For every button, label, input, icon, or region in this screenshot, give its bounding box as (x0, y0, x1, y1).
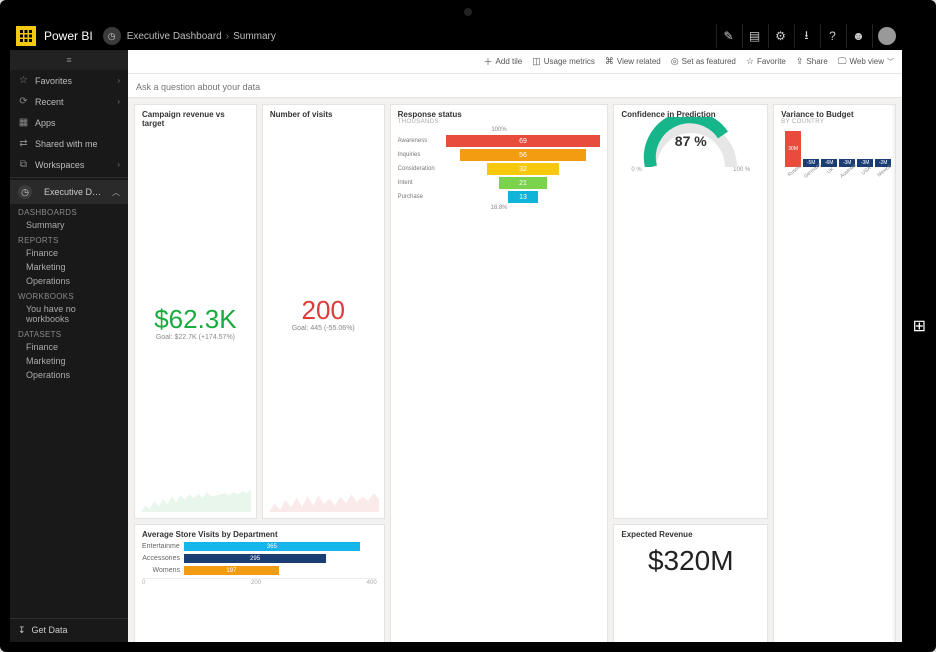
edit-icon[interactable]: ✎ (716, 24, 740, 48)
funnel-step: Intent 21 (398, 177, 601, 189)
sidenav-sub-item[interactable]: You have no workbooks (10, 302, 128, 326)
tablet-camera (464, 8, 472, 16)
kpi-goal: Goal: 445 (-55.06%) (292, 325, 355, 332)
chat-icon[interactable]: ▤ (742, 24, 766, 48)
share-icon: ⇄ (18, 138, 29, 149)
user-avatar[interactable] (872, 24, 896, 48)
command-bar: ＋Add tile ◫Usage metrics ⌘View related ◎… (128, 50, 902, 74)
global-topbar: Power BI ◷ Executive Dashboard › Summary… (10, 22, 902, 50)
add-tile-button[interactable]: ＋Add tile (484, 55, 523, 68)
tile-dept-visits[interactable]: Average Store Visits by Department Enter… (134, 524, 385, 642)
tile-campaign-revenue[interactable]: Campaign revenue vs target $62.3K Goal: … (134, 104, 257, 519)
grid-icon: ▦ (18, 117, 29, 128)
chevron-right-icon: › (117, 97, 120, 106)
sidenav-collapse-icon[interactable]: ≡ (10, 50, 128, 70)
download-icon[interactable]: ⭳ (794, 24, 818, 48)
web-view-button[interactable]: 🖵Web view﹀ (838, 56, 894, 67)
funnel-step: Inquiries 56 (398, 149, 601, 161)
chevron-up-icon: ︿ (112, 187, 120, 198)
get-data-icon: ↧ (18, 625, 26, 636)
star-icon: ☆ (18, 75, 29, 86)
funnel-step: Awareness 69 (398, 135, 601, 147)
sidenav-section-heading: REPORTS (10, 232, 128, 246)
sidenav-sub-item[interactable]: Finance (10, 340, 128, 354)
sidenav-item-recent[interactable]: ⟳Recent› (10, 91, 128, 112)
qna-bar (128, 74, 902, 98)
share-icon: ⇪ (796, 56, 804, 67)
workspace-avatar-icon: ◷ (18, 185, 32, 199)
kpi-value: $62.3K (154, 306, 236, 332)
view-related-button[interactable]: ⌘View related (605, 56, 661, 67)
funnel-step: Consideration 32 (398, 163, 601, 175)
workspace-name: Executive Dashbo… (44, 187, 106, 197)
app-launcher-icon[interactable] (16, 26, 36, 46)
sidenav-sub-item[interactable]: Operations (10, 368, 128, 382)
current-workspace[interactable]: ◷ Executive Dashbo… ︿ (10, 180, 128, 204)
tile-expected-revenue[interactable]: Expected Revenue $320M (613, 524, 768, 642)
breadcrumb[interactable]: Executive Dashboard › Summary (127, 31, 276, 42)
brand-label: Power BI (44, 29, 93, 43)
sidenav-item-favorites[interactable]: ☆Favorites› (10, 70, 128, 91)
notifications-icon[interactable]: ☻ (846, 24, 870, 48)
windows-logo: ⊞ (913, 316, 926, 336)
kpi-goal: Goal: $22.7K (+174.57%) (156, 334, 235, 341)
tile-response-status[interactable]: Response status THOUSANDS 100% Awareness… (390, 104, 609, 642)
kpi-value: 200 (302, 297, 345, 323)
bar-row: Accessories 295 (142, 554, 377, 563)
set-featured-button[interactable]: ◎Set as featured (671, 56, 736, 67)
chevron-right-icon: › (117, 160, 120, 169)
tile-confidence[interactable]: Confidence in Prediction 87 % 0 % 1 (613, 104, 768, 519)
star-icon: ☆ (746, 56, 754, 67)
plus-icon: ＋ (484, 55, 493, 68)
main-area: ＋Add tile ◫Usage metrics ⌘View related ◎… (128, 50, 902, 642)
usage-metrics-button[interactable]: ◫Usage metrics (532, 56, 595, 67)
bar-row: Womens 197 (142, 566, 377, 575)
sidenav-item-workspaces[interactable]: ⧉Workspaces› (10, 154, 128, 175)
expected-revenue-value: $320M (621, 539, 760, 577)
monitor-icon: 🖵 (838, 56, 847, 67)
settings-icon[interactable]: ⚙ (768, 24, 792, 48)
sidenav-section-heading: DASHBOARDS (10, 204, 128, 218)
chevron-down-icon: ﹀ (887, 57, 894, 67)
sidenav: ≡ ☆Favorites›⟳Recent›▦Apps⇄Shared with m… (10, 50, 128, 642)
sidenav-section-heading: WORKBOOKS (10, 288, 128, 302)
breadcrumb-page[interactable]: Summary (233, 31, 276, 42)
get-data-button[interactable]: ↧ Get Data (10, 618, 128, 642)
tile-variance-budget[interactable]: Variance to Budget BY COUNTRY 30M Russia… (773, 104, 896, 642)
sidenav-sub-item[interactable]: Finance (10, 246, 128, 260)
sidenav-sub-item[interactable]: Marketing (10, 260, 128, 274)
bar-row: Entertainment 365 (142, 542, 377, 551)
share-button[interactable]: ⇪Share (796, 56, 828, 67)
help-icon[interactable]: ? (820, 24, 844, 48)
sidenav-sub-item[interactable]: Operations (10, 274, 128, 288)
gauge-value: 87 % (675, 133, 707, 149)
tile-number-of-visits[interactable]: Number of visits 200 Goal: 445 (-55.06%) (262, 104, 385, 519)
target-icon: ◎ (671, 56, 679, 67)
sidenav-item-shared-with-me[interactable]: ⇄Shared with me (10, 133, 128, 154)
qna-input[interactable] (136, 78, 894, 96)
sidenav-item-apps[interactable]: ▦Apps (10, 112, 128, 133)
sparkline (269, 490, 379, 512)
favorite-button[interactable]: ☆Favorite (746, 56, 786, 67)
chart-icon: ◫ (532, 56, 541, 67)
get-data-label: Get Data (32, 625, 68, 636)
workspace-icon: ◷ (103, 27, 121, 45)
topbar-actions: ✎ ▤ ⚙ ⭳ ? ☻ (716, 24, 896, 48)
layers-icon: ⧉ (18, 159, 29, 170)
sparkline (141, 490, 251, 512)
breadcrumb-workspace[interactable]: Executive Dashboard (127, 31, 222, 42)
clock-icon: ⟳ (18, 96, 29, 107)
link-icon: ⌘ (605, 56, 614, 67)
funnel-step: Purchase 13 (398, 191, 601, 203)
sidenav-sub-item[interactable]: Summary (10, 218, 128, 232)
chevron-right-icon: › (117, 76, 120, 85)
sidenav-sub-item[interactable]: Marketing (10, 354, 128, 368)
sidenav-section-heading: DATASETS (10, 326, 128, 340)
